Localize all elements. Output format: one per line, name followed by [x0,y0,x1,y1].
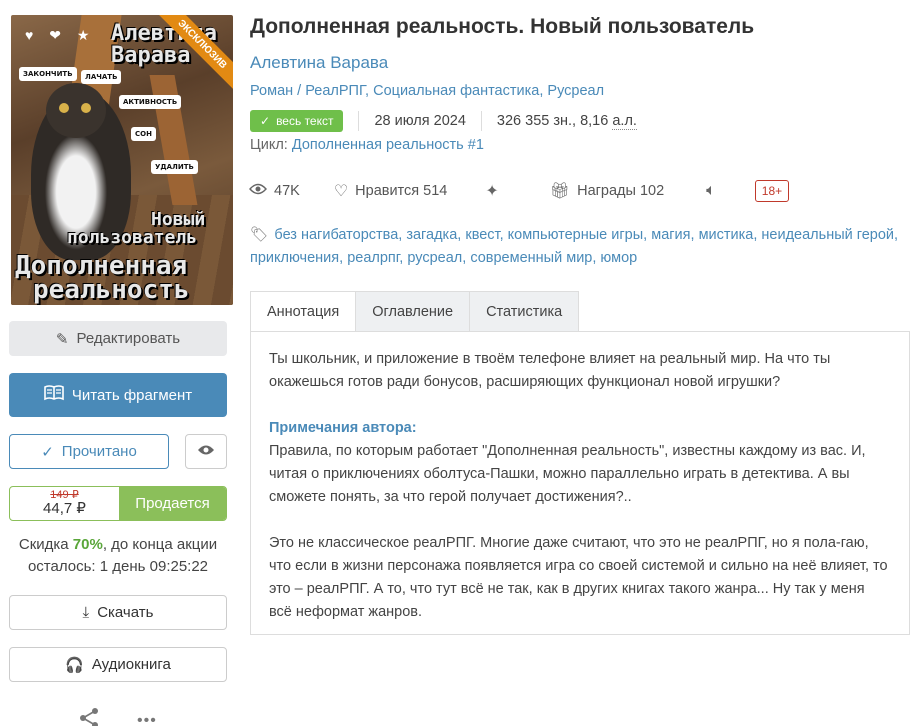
author-notes-header: Примечания автора: [269,420,417,436]
tag-link[interactable]: современный мир [470,250,592,266]
tag-link[interactable]: загадка [406,227,457,243]
tag-link[interactable]: магия [651,227,690,243]
read-fragment-button[interactable]: Читать фрагмент [9,373,227,417]
genre-link[interactable]: Русреал [547,83,604,99]
annotation-text: Ты школьник, и приложение в твоём телефо… [269,351,831,390]
discount-remaining: осталось: 1 день 09:25:22 [27,558,209,575]
price-display: 149 ₽ 44,7 ₽ [10,487,119,520]
cycle-line: Цикл: Дополненная реальность #1 [250,137,484,153]
divider [480,111,482,131]
awards-label[interactable]: Награды [577,183,636,199]
new-price: 44,7 ₽ [43,500,86,518]
eye-icon [249,182,267,200]
tag-link[interactable]: мистика [699,227,754,243]
tag-link[interactable]: русреал [407,250,462,266]
genre-line: Роман / РеалРПГ, Социальная фантастика, … [250,83,605,99]
divider [358,111,360,131]
size-chars: 326 355 зн., [496,113,577,129]
edit-button[interactable]: ✎ Редактировать [9,321,227,356]
price-buy-box[interactable]: 149 ₽ 44,7 ₽ Продается [9,486,227,521]
audiobook-label: Аудиокнига [91,656,171,673]
likes-count: 514 [423,183,448,199]
book-title: Дополненная реальность. Новый пользовате… [250,15,755,38]
book-open-icon [44,385,64,405]
author-link[interactable]: Алевтина Варава [250,53,388,73]
annotation-panel: Ты школьник, и приложение в твоём телефо… [250,331,910,635]
tag-link[interactable]: юмор [600,250,637,266]
discount-info: Скидка 70%, до конца акции осталось: 1 д… [0,534,236,578]
buy-button[interactable]: Продается [119,487,226,520]
check-icon: ✓ [41,443,54,461]
cover-tag: ЗАКОНЧИТЬ [19,67,77,81]
age-badge: 18+ [754,180,790,202]
sparkles-icon[interactable]: ✦ [485,181,498,201]
tag-list: 🏷︎ без нагибаторства, загадка, квест, ком… [250,227,899,266]
cover-cat-head [46,83,106,138]
cycle-link[interactable]: Дополненная реальность #1 [292,137,484,153]
gift-icon[interactable]: 🎁︎ [550,181,570,201]
watch-button[interactable] [185,434,227,469]
tags-icon: 🏷︎ [250,227,269,243]
tag-link[interactable]: реалрпг [347,250,399,266]
size-al-unit: а.л. [612,112,637,130]
read-fragment-label: Читать фрагмент [71,386,193,404]
download-icon: ⤓ [82,604,90,621]
discount-percent: 70% [72,536,103,553]
stats-bar: 47K ♡ Нравится 514 ✦ 🎁︎ Награды 102 🔈︎ 1… [249,178,790,204]
genre-link[interactable]: Социальная фантастика [373,83,539,99]
mark-read-label: Прочитано [61,443,137,460]
share-icon[interactable] [78,708,100,727]
tag-link[interactable]: компьютерные игры [508,227,644,243]
form-link[interactable]: Роман [250,83,293,99]
cover-cat-eye [81,103,91,113]
cover-tag: СОН [131,127,156,141]
speaker-icon[interactable]: 🔈︎ [706,182,716,200]
author-notes-text: Это не классическое реалРПГ. Многие даже… [269,535,888,620]
more-icon[interactable]: ••• [137,712,157,727]
cover-tag: УДАЛИТЬ [151,160,198,174]
book-meta: ✓ весь текст 28 июля 2024 326 355 зн., 8,… [250,109,637,133]
genre-link[interactable]: РеалРПГ [305,83,365,99]
discount-prefix: Скидка [18,536,69,553]
heart-icon[interactable]: ♡ [334,181,348,201]
cover-title-line: пользователь [67,227,198,248]
download-label: Скачать [97,604,154,621]
author-notes-text: Правила, по которым работает "Дополненна… [269,443,866,505]
book-cover[interactable]: ♥ ❤ ★ Алевтина Варава ЗАКОНЧИТЬ ЛАЧАТЬ А… [11,15,233,305]
tag-link[interactable]: квест [465,227,499,243]
edit-label: Редактировать [76,330,181,347]
cover-title-line: реальность [33,275,190,305]
tab-statistics[interactable]: Статистика [470,291,580,332]
likes-label[interactable]: Нравится [355,183,419,199]
tab-bar: Аннотация Оглавление Статистика [250,291,580,332]
cover-icons: ♥ ❤ ★ [25,27,96,43]
tag-link[interactable]: без нагибаторства [274,227,398,243]
eye-icon [197,443,215,460]
status-label: весь текст [276,114,334,128]
tab-annotation[interactable]: Аннотация [250,291,357,332]
size-al: 8,16 [580,113,609,129]
check-icon: ✓ [260,114,271,128]
publish-date: 28 июля 2024 [374,113,466,129]
awards-count: 102 [639,183,665,199]
views-count: 47K [274,183,300,199]
pencil-icon: ✎ [55,330,69,348]
status-badge: ✓ весь текст [250,110,344,132]
audiobook-button[interactable]: 🎧 Аудиокнига [9,647,227,682]
cycle-label: Цикл: [250,137,288,153]
discount-suffix: , до конца акции [102,536,218,553]
tab-contents[interactable]: Оглавление [356,291,471,332]
mark-read-button[interactable]: ✓ Прочитано [9,434,169,469]
headphones-icon: 🎧 [65,656,84,674]
cover-cat-eye [59,103,69,113]
cover-tag: АКТИВНОСТЬ [119,95,182,109]
tag-link[interactable]: неидеальный герой [761,227,894,243]
cover-tag: ЛАЧАТЬ [81,70,122,84]
download-button[interactable]: ⤓ Скачать [9,595,227,630]
tag-link[interactable]: приключения [250,250,339,266]
